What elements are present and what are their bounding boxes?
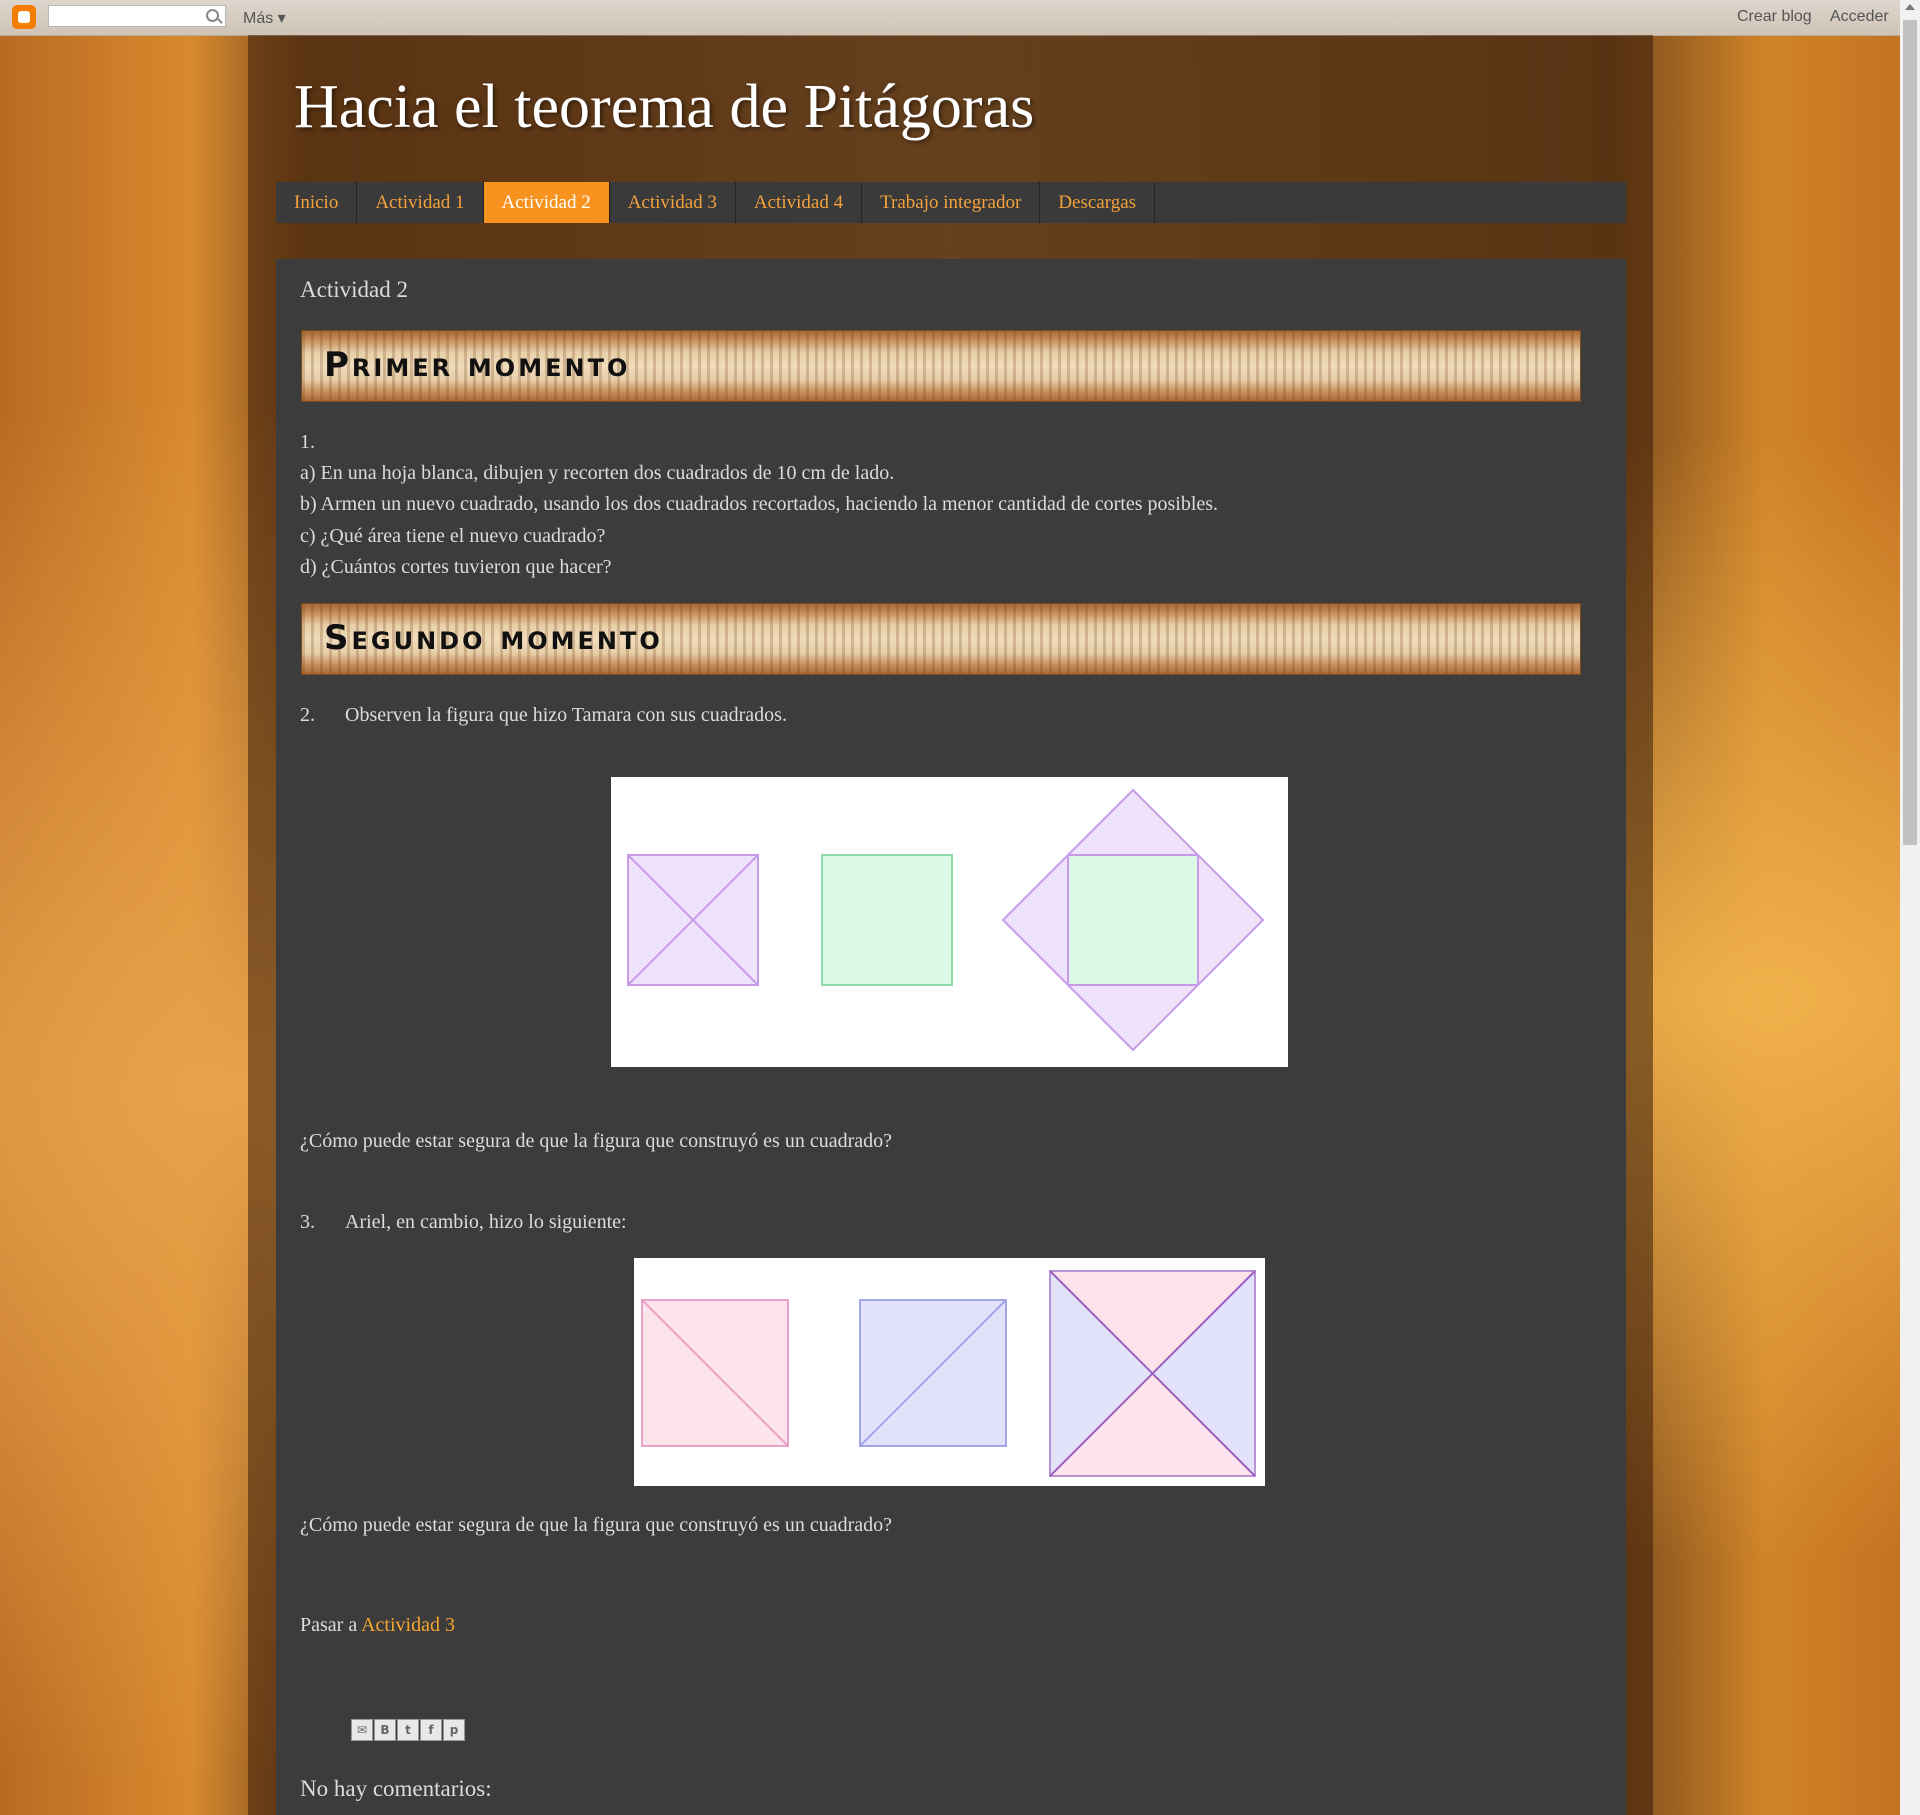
banner-segundo-momento: Segundo momento <box>301 603 1581 675</box>
ariel-figure[interactable] <box>634 1258 1265 1486</box>
blogger-navbar: Más ▾ Crear blog Acceder <box>0 0 1920 36</box>
more-menu[interactable]: Más ▾ <box>243 8 286 28</box>
tab-actividad-4[interactable]: Actividad 4 <box>736 182 863 223</box>
combined-square <box>1001 788 1265 1052</box>
q1-c: c) ¿Qué área tiene el nuevo cuadrado? <box>300 525 606 547</box>
q1-b: b) Armen un nuevo cuadrado, usando los d… <box>300 493 1219 515</box>
twitter-icon[interactable]: t <box>397 1719 419 1741</box>
page-tabs: Inicio Actividad 1 Actividad 2 Actividad… <box>276 182 1626 223</box>
pinterest-icon[interactable]: p <box>443 1719 465 1741</box>
banner-label: Segundo momento <box>324 618 663 658</box>
pink-square-cut <box>641 1299 789 1447</box>
tab-descargas[interactable]: Descargas <box>1040 182 1156 223</box>
combined-square <box>1049 1270 1256 1477</box>
next-prefix: Pasar a <box>300 1614 358 1636</box>
blog-title[interactable]: Hacia el teorema de Pitágoras <box>294 72 1034 143</box>
q3-number: 3. <box>300 1211 315 1233</box>
tab-actividad-2[interactable]: Actividad 2 <box>483 182 610 223</box>
tab-inicio[interactable]: Inicio <box>276 182 358 223</box>
comments-heading: No hay comentarios: <box>300 1776 492 1801</box>
q3-question: ¿Cómo puede estar segura de que la figur… <box>300 1514 893 1536</box>
tamara-figure[interactable] <box>611 777 1288 1067</box>
q2-number: 2. <box>300 704 315 726</box>
tab-actividad-3[interactable]: Actividad 3 <box>610 182 736 223</box>
green-square <box>821 854 953 986</box>
scrollbar-thumb[interactable] <box>1903 20 1917 845</box>
q1-number: 1. <box>300 431 315 453</box>
blogger-logo-icon[interactable] <box>12 5 36 29</box>
next-activity-link[interactable]: Actividad 3 <box>361 1614 455 1636</box>
blogger-icon[interactable]: B <box>374 1719 396 1741</box>
email-icon[interactable]: ✉ <box>351 1719 373 1741</box>
q2-text: Observen la figura que hizo Tamara con s… <box>345 704 787 726</box>
banner-primer-momento: Primer momento <box>301 330 1581 402</box>
q1-a: a) En una hoja blanca, dibujen y recorte… <box>300 462 895 484</box>
share-buttons: ✉ B t f p <box>351 1719 465 1741</box>
post-title: Actividad 2 <box>300 277 408 302</box>
sign-in-link[interactable]: Acceder <box>1830 8 1889 26</box>
banner-label: Primer momento <box>324 345 631 385</box>
q1-d: d) ¿Cuántos cortes tuvieron que hacer? <box>300 556 612 578</box>
tab-trabajo-integrador[interactable]: Trabajo integrador <box>862 182 1041 223</box>
tamara-figure-svg <box>627 788 1265 1052</box>
q3-text: Ariel, en cambio, hizo lo siguiente: <box>345 1211 627 1233</box>
search-icon[interactable] <box>206 9 219 22</box>
q2-question: ¿Cómo puede estar segura de que la figur… <box>300 1130 893 1152</box>
scrollbar[interactable] <box>1900 0 1920 1815</box>
ariel-figure-svg <box>641 1270 1256 1477</box>
create-blog-link[interactable]: Crear blog <box>1737 8 1812 26</box>
next-activity: Pasar a Actividad 3 <box>300 1610 455 1641</box>
purple-square-cut <box>627 854 759 986</box>
facebook-icon[interactable]: f <box>420 1719 442 1741</box>
blue-square-cut <box>859 1299 1007 1447</box>
search-input[interactable] <box>48 5 226 27</box>
scroll-up-arrow-icon[interactable] <box>1905 4 1915 10</box>
tab-actividad-1[interactable]: Actividad 1 <box>357 182 484 223</box>
